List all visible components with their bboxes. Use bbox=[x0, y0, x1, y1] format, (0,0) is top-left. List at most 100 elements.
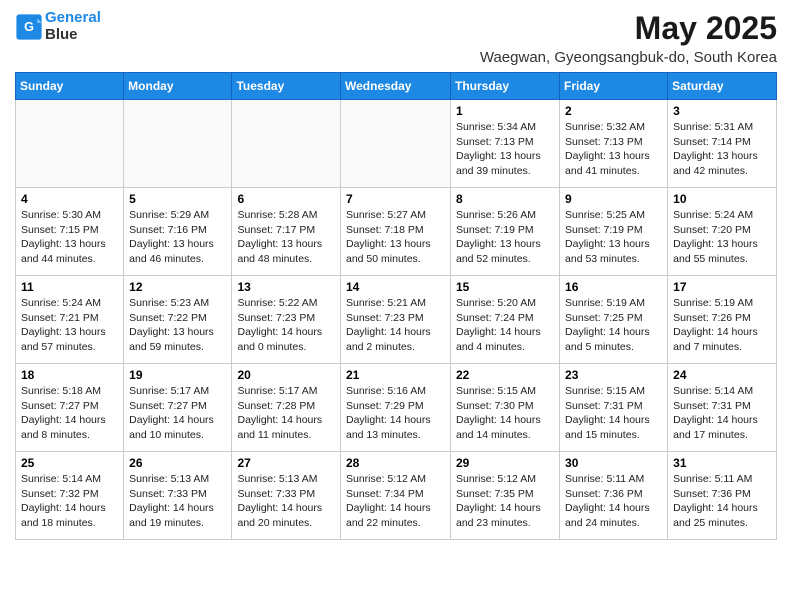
header: G General Blue May 2025 Waegwan, Gyeongs… bbox=[15, 10, 777, 66]
day-info: Sunrise: 5:17 AMSunset: 7:28 PMDaylight:… bbox=[237, 384, 335, 443]
calendar-cell: 16Sunrise: 5:19 AMSunset: 7:25 PMDayligh… bbox=[560, 276, 668, 364]
calendar-cell bbox=[232, 100, 341, 188]
day-header-thursday: Thursday bbox=[451, 73, 560, 100]
day-info: Sunrise: 5:24 AMSunset: 7:20 PMDaylight:… bbox=[673, 208, 771, 267]
day-info: Sunrise: 5:34 AMSunset: 7:13 PMDaylight:… bbox=[456, 120, 554, 179]
day-number: 23 bbox=[565, 368, 662, 382]
day-number: 17 bbox=[673, 280, 771, 294]
day-info: Sunrise: 5:17 AMSunset: 7:27 PMDaylight:… bbox=[129, 384, 226, 443]
week-row-4: 18Sunrise: 5:18 AMSunset: 7:27 PMDayligh… bbox=[16, 364, 777, 452]
day-number: 22 bbox=[456, 368, 554, 382]
day-number: 9 bbox=[565, 192, 662, 206]
calendar-cell: 6 Sunrise: 5:28 AMSunset: 7:17 PMDaylight… bbox=[232, 188, 341, 276]
day-header-friday: Friday bbox=[560, 73, 668, 100]
day-info: Sunrise: 5:14 AMSunset: 7:32 PMDaylight:… bbox=[21, 472, 118, 531]
calendar-cell: 11 Sunrise: 5:24 AMSunset: 7:21 PMDayligh… bbox=[16, 276, 124, 364]
day-info: Sunrise: 5:29 AMSunset: 7:16 PMDaylight:… bbox=[129, 208, 226, 267]
day-number: 6 bbox=[237, 192, 335, 206]
calendar-cell: 8Sunrise: 5:26 AMSunset: 7:19 PMDaylight… bbox=[451, 188, 560, 276]
day-info: Sunrise: 5:23 AMSunset: 7:22 PMDaylight:… bbox=[129, 296, 226, 355]
day-info: Sunrise: 5:13 AMSunset: 7:33 PMDaylight:… bbox=[237, 472, 335, 531]
svg-text:G: G bbox=[24, 20, 34, 34]
calendar-cell: 25 Sunrise: 5:14 AMSunset: 7:32 PMDayligh… bbox=[16, 452, 124, 540]
day-number: 25 bbox=[21, 456, 118, 470]
calendar-cell: 28 Sunrise: 5:12 AMSunset: 7:34 PMDayligh… bbox=[341, 452, 451, 540]
calendar-cell: 20 Sunrise: 5:17 AMSunset: 7:28 PMDayligh… bbox=[232, 364, 341, 452]
day-info: Sunrise: 5:25 AMSunset: 7:19 PMDaylight:… bbox=[565, 208, 662, 267]
day-number: 19 bbox=[129, 368, 226, 382]
calendar-cell: 26Sunrise: 5:13 AMSunset: 7:33 PMDayligh… bbox=[124, 452, 232, 540]
day-info: Sunrise: 5:15 AMSunset: 7:31 PMDaylight:… bbox=[565, 384, 662, 443]
day-number: 31 bbox=[673, 456, 771, 470]
calendar-cell: 4 Sunrise: 5:30 AMSunset: 7:15 PMDaylight… bbox=[16, 188, 124, 276]
day-number: 21 bbox=[346, 368, 445, 382]
logo-icon: G bbox=[15, 13, 43, 41]
calendar-cell: 3Sunrise: 5:31 AMSunset: 7:14 PMDaylight… bbox=[668, 100, 777, 188]
day-info: Sunrise: 5:20 AMSunset: 7:24 PMDaylight:… bbox=[456, 296, 554, 355]
week-row-3: 11 Sunrise: 5:24 AMSunset: 7:21 PMDayligh… bbox=[16, 276, 777, 364]
logo-line2: Blue bbox=[45, 26, 78, 43]
title-block: May 2025 Waegwan, Gyeongsangbuk-do, Sout… bbox=[480, 10, 777, 66]
day-header-tuesday: Tuesday bbox=[232, 73, 341, 100]
day-number: 3 bbox=[673, 104, 771, 118]
calendar-cell bbox=[16, 100, 124, 188]
calendar-table: SundayMondayTuesdayWednesdayThursdayFrid… bbox=[15, 72, 777, 540]
calendar-cell: 2 Sunrise: 5:32 AMSunset: 7:13 PMDaylight… bbox=[560, 100, 668, 188]
day-number: 5 bbox=[129, 192, 226, 206]
day-number: 30 bbox=[565, 456, 662, 470]
calendar-cell: 30 Sunrise: 5:11 AMSunset: 7:36 PMDayligh… bbox=[560, 452, 668, 540]
day-number: 12 bbox=[129, 280, 226, 294]
logo-line1: General bbox=[45, 9, 101, 26]
day-header-saturday: Saturday bbox=[668, 73, 777, 100]
day-header-wednesday: Wednesday bbox=[341, 73, 451, 100]
day-number: 4 bbox=[21, 192, 118, 206]
day-number: 1 bbox=[456, 104, 554, 118]
calendar-cell: 12 Sunrise: 5:23 AMSunset: 7:22 PMDayligh… bbox=[124, 276, 232, 364]
day-number: 11 bbox=[21, 280, 118, 294]
day-number: 26 bbox=[129, 456, 226, 470]
calendar-cell: 18Sunrise: 5:18 AMSunset: 7:27 PMDayligh… bbox=[16, 364, 124, 452]
day-info: Sunrise: 5:15 AMSunset: 7:30 PMDaylight:… bbox=[456, 384, 554, 443]
week-row-1: 1 Sunrise: 5:34 AMSunset: 7:13 PMDaylight… bbox=[16, 100, 777, 188]
day-info: Sunrise: 5:22 AMSunset: 7:23 PMDaylight:… bbox=[237, 296, 335, 355]
calendar-cell: 15 Sunrise: 5:20 AMSunset: 7:24 PMDayligh… bbox=[451, 276, 560, 364]
day-number: 15 bbox=[456, 280, 554, 294]
calendar-cell bbox=[341, 100, 451, 188]
days-header-row: SundayMondayTuesdayWednesdayThursdayFrid… bbox=[16, 73, 777, 100]
day-info: Sunrise: 5:21 AMSunset: 7:23 PMDaylight:… bbox=[346, 296, 445, 355]
calendar-cell: 19 Sunrise: 5:17 AMSunset: 7:27 PMDayligh… bbox=[124, 364, 232, 452]
calendar-cell bbox=[124, 100, 232, 188]
day-number: 14 bbox=[346, 280, 445, 294]
day-info: Sunrise: 5:32 AMSunset: 7:13 PMDaylight:… bbox=[565, 120, 662, 179]
day-number: 27 bbox=[237, 456, 335, 470]
day-info: Sunrise: 5:14 AMSunset: 7:31 PMDaylight:… bbox=[673, 384, 771, 443]
day-number: 20 bbox=[237, 368, 335, 382]
calendar-cell: 5 Sunrise: 5:29 AMSunset: 7:16 PMDaylight… bbox=[124, 188, 232, 276]
day-info: Sunrise: 5:28 AMSunset: 7:17 PMDaylight:… bbox=[237, 208, 335, 267]
calendar-cell: 13Sunrise: 5:22 AMSunset: 7:23 PMDayligh… bbox=[232, 276, 341, 364]
day-number: 10 bbox=[673, 192, 771, 206]
day-number: 29 bbox=[456, 456, 554, 470]
calendar-cell: 9 Sunrise: 5:25 AMSunset: 7:19 PMDaylight… bbox=[560, 188, 668, 276]
day-info: Sunrise: 5:30 AMSunset: 7:15 PMDaylight:… bbox=[21, 208, 118, 267]
day-header-sunday: Sunday bbox=[16, 73, 124, 100]
calendar-cell: 22 Sunrise: 5:15 AMSunset: 7:30 PMDayligh… bbox=[451, 364, 560, 452]
calendar-cell: 27 Sunrise: 5:13 AMSunset: 7:33 PMDayligh… bbox=[232, 452, 341, 540]
calendar-cell: 1 Sunrise: 5:34 AMSunset: 7:13 PMDaylight… bbox=[451, 100, 560, 188]
week-row-2: 4 Sunrise: 5:30 AMSunset: 7:15 PMDaylight… bbox=[16, 188, 777, 276]
day-info: Sunrise: 5:16 AMSunset: 7:29 PMDaylight:… bbox=[346, 384, 445, 443]
day-info: Sunrise: 5:24 AMSunset: 7:21 PMDaylight:… bbox=[21, 296, 118, 355]
calendar-cell: 31 Sunrise: 5:11 AMSunset: 7:36 PMDayligh… bbox=[668, 452, 777, 540]
day-info: Sunrise: 5:11 AMSunset: 7:36 PMDaylight:… bbox=[673, 472, 771, 531]
day-info: Sunrise: 5:27 AMSunset: 7:18 PMDaylight:… bbox=[346, 208, 445, 267]
day-info: Sunrise: 5:11 AMSunset: 7:36 PMDaylight:… bbox=[565, 472, 662, 531]
day-number: 28 bbox=[346, 456, 445, 470]
day-info: Sunrise: 5:19 AMSunset: 7:26 PMDaylight:… bbox=[673, 296, 771, 355]
day-info: Sunrise: 5:12 AMSunset: 7:35 PMDaylight:… bbox=[456, 472, 554, 531]
day-number: 2 bbox=[565, 104, 662, 118]
day-number: 7 bbox=[346, 192, 445, 206]
day-number: 8 bbox=[456, 192, 554, 206]
day-info: Sunrise: 5:12 AMSunset: 7:34 PMDaylight:… bbox=[346, 472, 445, 531]
day-header-monday: Monday bbox=[124, 73, 232, 100]
day-info: Sunrise: 5:19 AMSunset: 7:25 PMDaylight:… bbox=[565, 296, 662, 355]
